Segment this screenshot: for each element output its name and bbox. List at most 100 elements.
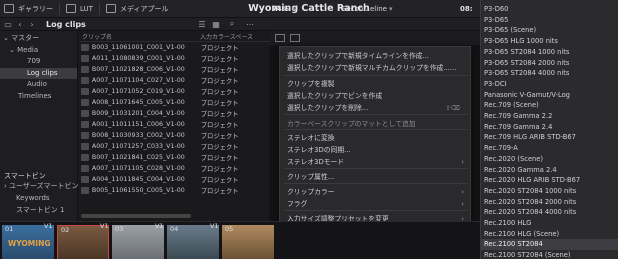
smart-bin-user[interactable]: › ユーザーズマートビン bbox=[4, 181, 79, 193]
clip-name: A008_11071645_C005_V1-00 bbox=[91, 99, 185, 106]
column-input-colorspace[interactable]: 入力カラースペース bbox=[200, 32, 270, 41]
menu-item[interactable]: クリップ属性... bbox=[280, 171, 470, 183]
zoom-select[interactable]: 74% ▾ bbox=[268, 0, 299, 18]
menu-item[interactable]: ステレオ3Dモード › bbox=[280, 156, 470, 168]
media-pool-label: メディアプール bbox=[119, 4, 169, 13]
colorspace-option[interactable]: P3-D65 ST2084 2000 nits bbox=[481, 58, 618, 69]
colorspace-option[interactable]: Rec.2020 Gamma 2.4 bbox=[481, 165, 618, 176]
menu-item-label: クリップ属性... bbox=[287, 173, 335, 181]
sidebar-item-media[interactable]: ⌄ Media bbox=[0, 45, 77, 57]
colorspace-option[interactable]: Rec.2100 ST2084 bbox=[481, 239, 618, 250]
clip-name: A007_11071257_C033_V1-00 bbox=[91, 143, 185, 150]
colorspace-option[interactable]: P3-D60 bbox=[481, 4, 618, 15]
grid-view-icon[interactable]: ▦ bbox=[210, 19, 222, 29]
sidebar-item-log-clips[interactable]: Log clips bbox=[0, 67, 77, 79]
forward-arrow-icon[interactable]: › bbox=[26, 19, 38, 29]
gallery-button[interactable]: ギャラリー bbox=[0, 0, 57, 18]
menu-item-label: 選択したクリップでビンを作成 bbox=[287, 92, 383, 100]
table-row[interactable]: A004_11011845_C004_V1-00 プロジェクト bbox=[79, 174, 270, 185]
colorspace-option[interactable]: Rec.2100 HLG (Scene) bbox=[481, 229, 618, 240]
table-row[interactable]: A007_11071052_C019_V1-00 プロジェクト bbox=[79, 86, 270, 97]
colorspace-option[interactable]: Rec.709 Gamma 2.4 bbox=[481, 122, 618, 133]
menu-item[interactable]: ステレオに変換 bbox=[280, 132, 470, 144]
table-row[interactable]: B007_11021841_C025_V1-00 プロジェクト bbox=[79, 152, 270, 163]
sidebar-toggle-icon[interactable]: ▭ bbox=[2, 19, 14, 29]
sidebar-item-709[interactable]: 709 bbox=[0, 56, 77, 68]
colorspace-option[interactable]: P3-D65 ST2084 4000 nits bbox=[481, 68, 618, 79]
table-row[interactable]: A008_11071645_C005_V1-00 プロジェクト bbox=[79, 97, 270, 108]
sidebar-item-timelines[interactable]: Timelines bbox=[0, 91, 77, 103]
colorspace-option[interactable]: Rec.709-A bbox=[481, 143, 618, 154]
track-label: V1 bbox=[155, 222, 164, 230]
track-label: V1 bbox=[44, 222, 53, 230]
menu-item[interactable]: 選択したクリップで新規マルチカムクリップを作成...... bbox=[280, 62, 470, 74]
colorspace-option[interactable]: P3-D65 (Scene) bbox=[481, 25, 618, 36]
clip-name: B005_11061550_C005_V1-00 bbox=[91, 187, 185, 194]
colorspace-option[interactable]: Rec.2100 HLG bbox=[481, 218, 618, 229]
menu-separator bbox=[284, 183, 468, 184]
colorspace-option[interactable]: P3-D65 ST2084 1000 nits bbox=[481, 47, 618, 58]
table-row[interactable]: B003_11061001_C001_V1-00 プロジェクト bbox=[79, 42, 270, 53]
menu-item[interactable]: ステレオ3Dの同期... bbox=[280, 144, 470, 156]
menu-item[interactable]: 選択したクリップで新規タイムラインを作成... bbox=[280, 50, 470, 62]
colorspace-option[interactable]: Rec.2100 ST2084 (Scene) bbox=[481, 250, 618, 259]
chevron-right-icon: › bbox=[461, 158, 464, 166]
colorspace-option[interactable]: Rec.2020 ST2084 4000 nits bbox=[481, 207, 618, 218]
back-arrow-icon[interactable]: ‹ bbox=[14, 19, 26, 29]
colorspace-option[interactable]: Rec.2020 ST2084 1000 nits bbox=[481, 186, 618, 197]
colorspace-option[interactable]: P3-DCI bbox=[481, 79, 618, 90]
table-row[interactable]: A007_11071105_C028_V1-00 プロジェクト bbox=[79, 163, 270, 174]
colorspace-option[interactable]: Rec.2020 HLG ARIB STD-B67 bbox=[481, 175, 618, 186]
lut-button[interactable]: LUT bbox=[62, 0, 97, 18]
chevron-down-icon: ▾ bbox=[388, 4, 393, 13]
more-icon[interactable]: ⋯ bbox=[244, 19, 256, 29]
table-row[interactable]: B005_11061550_C005_V1-00 プロジェクト bbox=[79, 185, 270, 196]
smart-bin-keywords[interactable]: Keywords bbox=[16, 193, 50, 205]
menu-item[interactable]: クリップを複製 bbox=[280, 78, 470, 90]
list-view-icon[interactable]: ☰ bbox=[196, 19, 208, 29]
table-row[interactable]: A011_11080839_C001_V1-00 プロジェクト bbox=[79, 53, 270, 64]
sidebar-master[interactable]: ⌄ マスター bbox=[0, 33, 77, 45]
viewer-mode-icon[interactable] bbox=[275, 34, 285, 42]
horizontal-scrollbar[interactable] bbox=[81, 214, 191, 218]
menu-item[interactable]: 選択したクリップを削除... ⇧⌫ bbox=[280, 102, 470, 114]
clip-thumbnail-icon bbox=[81, 77, 89, 84]
colorspace-option[interactable]: Rec.2020 ST2084 2000 nits bbox=[481, 197, 618, 208]
thumbnail-01[interactable]: 01 WYOMING bbox=[2, 225, 54, 259]
colorspace-option[interactable]: P3-D65 HLG 1000 nits bbox=[481, 36, 618, 47]
clip-thumbnail-icon bbox=[81, 55, 89, 62]
sidebar-item-audio[interactable]: Audio bbox=[0, 79, 77, 91]
table-row[interactable]: B009_11031201_C004_V1-00 プロジェクト bbox=[79, 108, 270, 119]
menu-item[interactable]: 選択したクリップでビンを作成 bbox=[280, 90, 470, 102]
table-row[interactable]: B007_11021828_C006_V1-00 プロジェクト bbox=[79, 64, 270, 75]
table-row[interactable]: A007_11071104_C027_V1-00 プロジェクト bbox=[79, 75, 270, 86]
table-row[interactable]: A007_11071257_C033_V1-00 プロジェクト bbox=[79, 141, 270, 152]
clip-colorspace: プロジェクト bbox=[200, 122, 239, 129]
menu-item-label: 選択したクリップを削除... bbox=[287, 104, 369, 112]
smart-bin-1[interactable]: スマートビン 1 bbox=[16, 205, 64, 217]
thumbnail-03[interactable]: 03 bbox=[112, 225, 164, 259]
table-row[interactable]: A001_11011151_C006_V1-00 プロジェクト bbox=[79, 119, 270, 130]
search-icon[interactable]: ⌕ bbox=[226, 19, 238, 29]
clip-thumbnail-icon bbox=[81, 44, 89, 51]
table-row[interactable]: B008_11030933_C002_V1-00 プロジェクト bbox=[79, 130, 270, 141]
clip-colorspace: プロジェクト bbox=[200, 133, 239, 140]
menu-item[interactable]: カラーベースクリップのマットとして追加 bbox=[280, 118, 470, 130]
menu-item[interactable]: フラグ › bbox=[280, 198, 470, 210]
lut-label: LUT bbox=[80, 4, 93, 13]
colorspace-option[interactable]: P3-D65 bbox=[481, 15, 618, 26]
thumbnail-04[interactable]: 04 bbox=[167, 225, 219, 259]
media-pool-button[interactable]: メディアプール bbox=[102, 0, 173, 18]
thumbnail-05[interactable]: 05 bbox=[222, 225, 274, 259]
colorspace-option[interactable]: Rec.709 (Scene) bbox=[481, 100, 618, 111]
colorspace-option[interactable]: Rec.2020 (Scene) bbox=[481, 154, 618, 165]
colorspace-option[interactable]: Panasonic V-Gamut/V-Log bbox=[481, 90, 618, 101]
chevron-right-icon: › bbox=[461, 188, 464, 196]
colorspace-option[interactable]: Rec.709 Gamma 2.2 bbox=[481, 111, 618, 122]
column-clip-name[interactable]: クリップ名 bbox=[79, 32, 200, 41]
colorspace-option[interactable]: Rec.709 HLG ARIB STD-B67 bbox=[481, 132, 618, 143]
timeline-select[interactable]: Secon...eline ▾ bbox=[338, 0, 396, 18]
menu-item[interactable]: クリップカラー › bbox=[280, 186, 470, 198]
viewer-split-icon[interactable] bbox=[290, 34, 300, 42]
thumbnail-02[interactable]: 02 bbox=[57, 225, 109, 259]
